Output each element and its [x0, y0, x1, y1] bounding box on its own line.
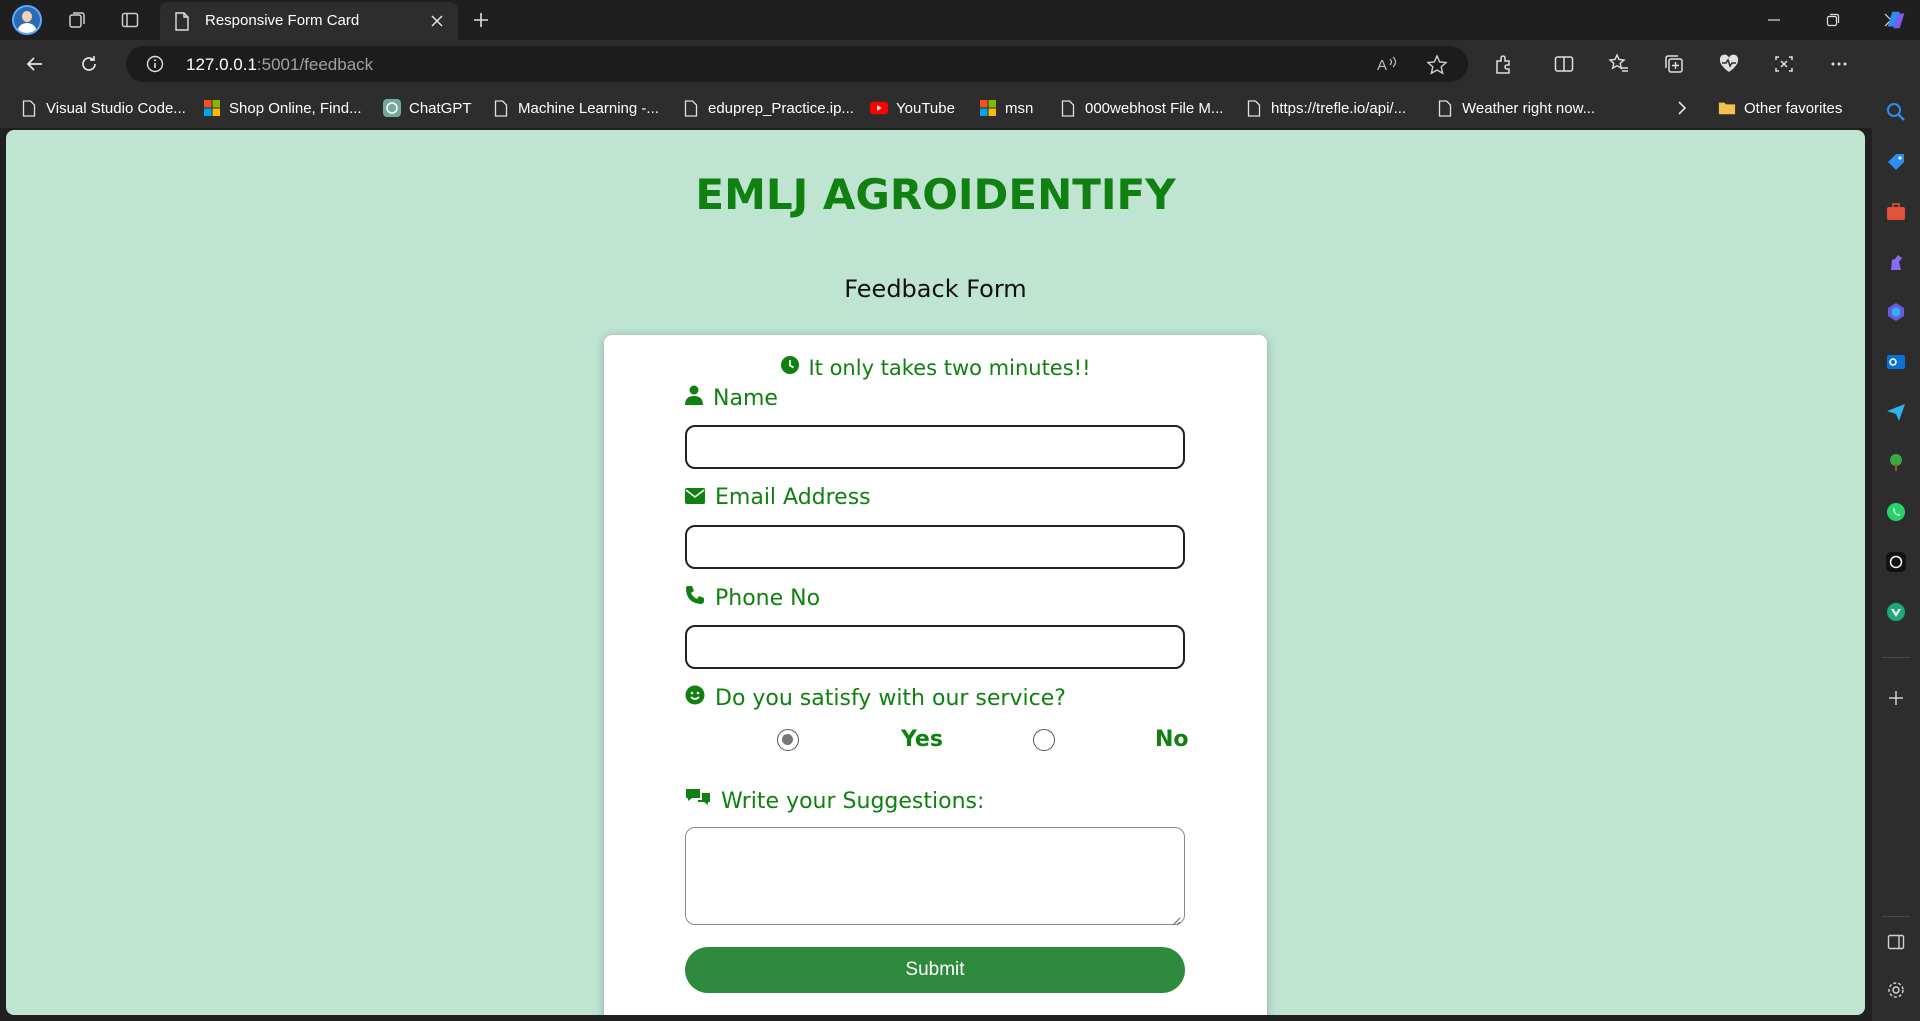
favorite-item[interactable]: Shop Online, Find... [203, 98, 362, 118]
smile-icon [685, 685, 705, 711]
favorites-overflow-chevron-icon[interactable] [1676, 98, 1688, 118]
profile-avatar[interactable] [12, 5, 42, 35]
vertical-tabs-icon[interactable] [117, 8, 143, 32]
favorite-item[interactable]: eduprep_Practice.ip... [682, 98, 854, 118]
page-icon [1059, 99, 1077, 117]
collections-icon[interactable] [1660, 50, 1688, 78]
suggestions-textarea[interactable] [685, 827, 1185, 926]
favorite-item[interactable]: YouTube [870, 98, 955, 118]
phone-input[interactable] [685, 625, 1185, 669]
microsoft-logo-icon [979, 99, 997, 117]
favorite-item[interactable]: ChatGPT [383, 98, 472, 118]
shopping-tag-icon[interactable] [1884, 150, 1908, 174]
suggestions-label: Write your Suggestions: [685, 787, 984, 815]
page-icon [492, 99, 510, 117]
yes-radio-label[interactable]: Yes [901, 727, 943, 752]
hide-sidebar-icon[interactable] [1884, 930, 1908, 954]
tree-app-icon[interactable] [1884, 450, 1908, 474]
back-arrow-icon[interactable] [20, 50, 50, 78]
envelope-icon [685, 485, 705, 510]
games-chess-icon[interactable] [1884, 250, 1908, 274]
whatsapp-icon[interactable] [1884, 500, 1908, 524]
page-icon [682, 99, 700, 117]
satisfaction-label: Do you satisfy with our service? [685, 685, 1066, 711]
comments-icon [685, 787, 711, 815]
youtube-icon [870, 99, 888, 117]
browser-essentials-icon[interactable] [1715, 50, 1743, 78]
site-info-icon[interactable] [146, 55, 164, 77]
favorites-bar: Visual Studio Code... Shop Online, Find.… [0, 88, 1872, 128]
edge-sidebar [1872, 11, 1920, 1021]
svg-text:A: A [1377, 57, 1387, 74]
resize-grip-icon[interactable] [1171, 911, 1181, 926]
favorite-item[interactable]: 000webhost File M... [1059, 98, 1223, 118]
favorite-star-icon[interactable] [1426, 54, 1448, 80]
new-tab-button[interactable] [468, 7, 494, 33]
microsoft-logo-icon [203, 99, 221, 117]
satisfaction-radio-group: Yes No [604, 725, 1267, 755]
feedback-form-card: It only takes two minutes!! Name Email A… [604, 335, 1267, 1015]
name-label: Name [685, 385, 778, 411]
no-radio-label[interactable]: No [1155, 727, 1189, 752]
favorites-list-icon[interactable] [1605, 50, 1633, 78]
user-icon [685, 385, 703, 411]
url-text[interactable]: 127.0.0.1:5001/feedback [186, 55, 373, 75]
tagline: It only takes two minutes!! [604, 355, 1267, 380]
send-paper-plane-icon[interactable] [1884, 400, 1908, 424]
phone-label: Phone No [685, 585, 820, 611]
microsoft-365-icon[interactable] [1884, 300, 1908, 324]
clock-icon [780, 355, 800, 380]
refresh-icon[interactable] [74, 50, 104, 78]
page-icon [174, 12, 190, 35]
folder-icon [1718, 99, 1736, 117]
phone-icon [685, 585, 705, 611]
read-aloud-icon[interactable]: A [1376, 54, 1398, 78]
favorite-item[interactable]: Weather right now... [1436, 98, 1595, 118]
add-sidebar-app-icon[interactable] [1884, 686, 1908, 710]
other-favorites[interactable]: Other favorites [1718, 98, 1842, 118]
page-icon [1436, 99, 1454, 117]
page-icon [20, 99, 38, 117]
vue-app-icon[interactable] [1884, 600, 1908, 624]
email-input[interactable] [685, 525, 1185, 569]
search-icon[interactable] [1884, 100, 1908, 124]
outlook-icon[interactable] [1884, 350, 1908, 374]
no-radio[interactable] [1033, 729, 1055, 751]
address-bar[interactable]: 127.0.0.1:5001/feedback A [126, 46, 1468, 82]
favorite-item[interactable]: msn [979, 98, 1033, 118]
navigation-bar: 127.0.0.1:5001/feedback A [0, 40, 1920, 88]
favorite-item[interactable]: https://trefle.io/api/... [1245, 98, 1406, 118]
workspaces-icon[interactable] [64, 8, 90, 32]
chatgpt-icon [383, 99, 401, 117]
sidebar-settings-gear-icon[interactable] [1884, 978, 1908, 1002]
favorite-item[interactable]: Visual Studio Code... [20, 98, 186, 118]
extensions-icon[interactable] [1490, 50, 1518, 78]
screenshot-icon[interactable] [1770, 50, 1798, 78]
name-input[interactable] [685, 425, 1185, 469]
page-icon [1245, 99, 1263, 117]
title-bar: Responsive Form Card [0, 0, 1920, 40]
active-tab[interactable]: Responsive Form Card [160, 2, 458, 40]
email-label: Email Address [685, 485, 871, 510]
chatgpt-sidebar-icon[interactable] [1884, 550, 1908, 574]
submit-button[interactable]: Submit [685, 947, 1185, 993]
favorite-item[interactable]: Machine Learning -... [492, 98, 659, 118]
close-tab-icon[interactable] [426, 10, 448, 32]
brand-title: EMLJ AGROIDENTIFY [695, 170, 1176, 219]
tools-briefcase-icon[interactable] [1884, 200, 1908, 224]
minimize-button[interactable] [1745, 0, 1803, 40]
page-viewport: EMLJ AGROIDENTIFY Feedback Form It only … [6, 130, 1865, 1015]
tab-title: Responsive Form Card [205, 12, 360, 29]
more-options-icon[interactable] [1825, 50, 1853, 78]
form-heading: Feedback Form [844, 275, 1027, 303]
split-screen-icon[interactable] [1550, 50, 1578, 78]
yes-radio[interactable] [777, 729, 799, 751]
restore-button[interactable] [1804, 0, 1862, 40]
copilot-icon[interactable] [1884, 8, 1908, 32]
